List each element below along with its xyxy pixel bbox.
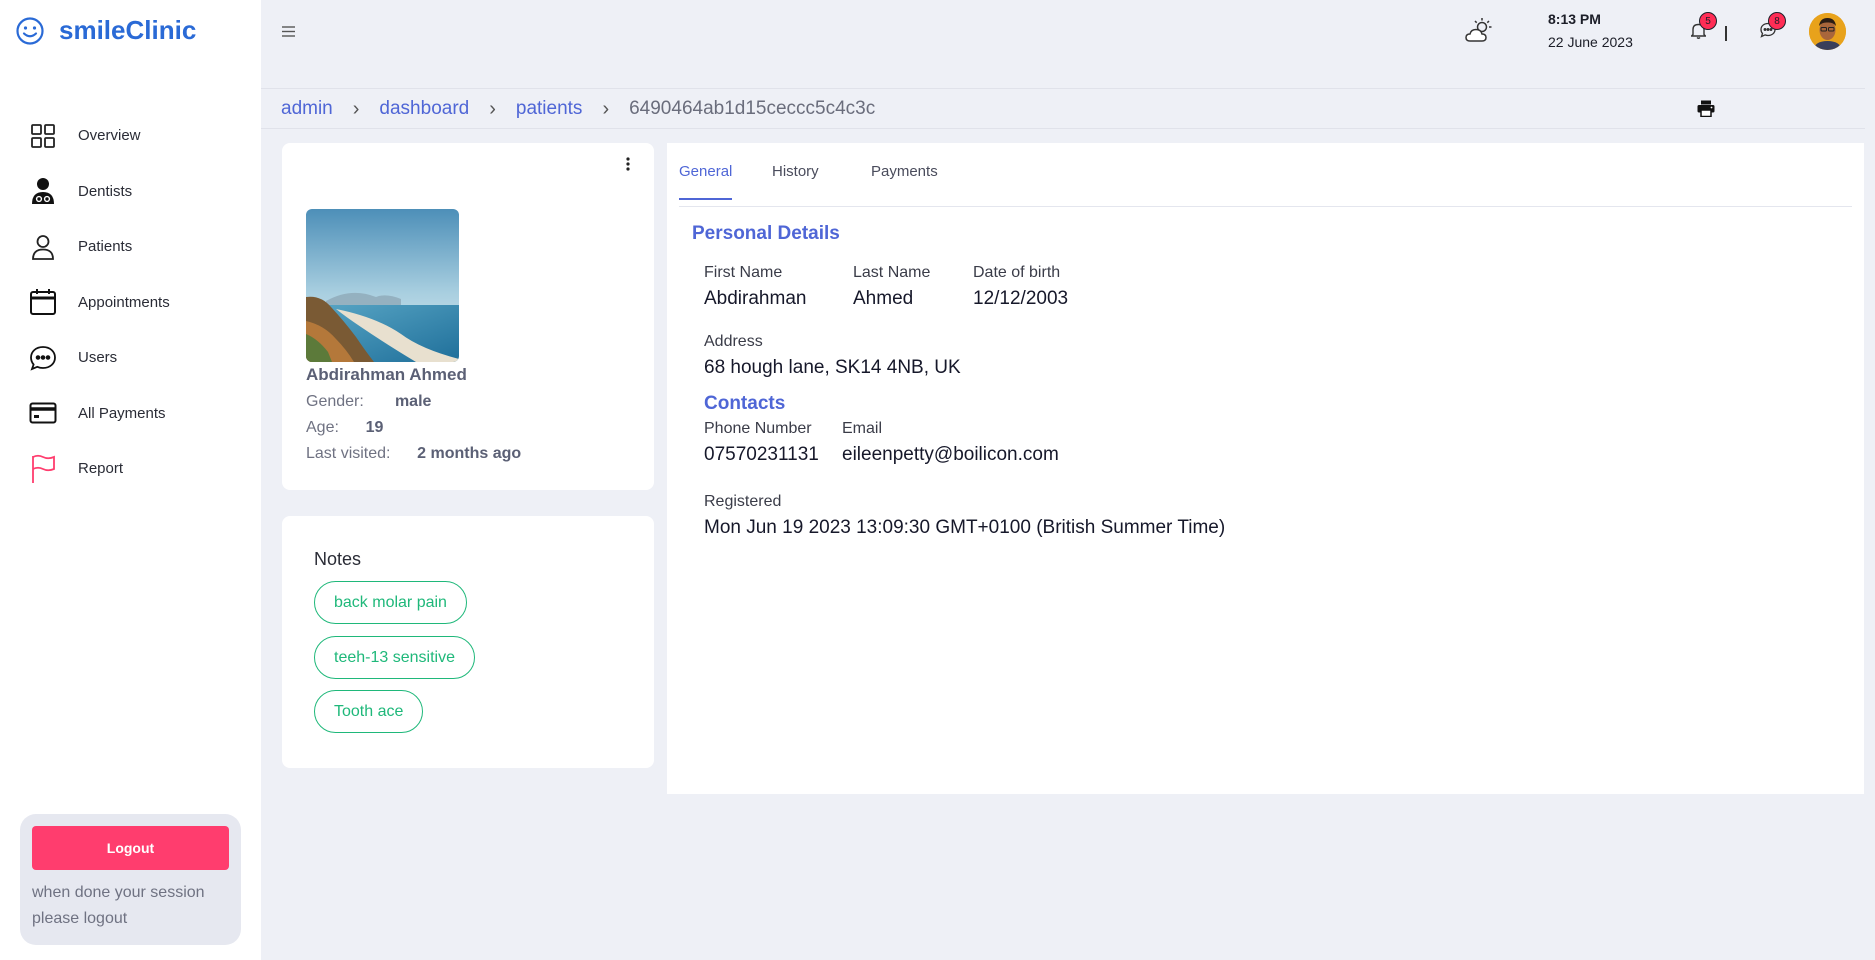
- weather-icon: [1465, 17, 1493, 45]
- first-name-label: First Name: [704, 264, 783, 281]
- breadcrumb-divider: [261, 128, 1865, 129]
- patient-detail-panel: General History Payments Personal Detail…: [667, 143, 1864, 794]
- logout-hint: when done your session please logout: [32, 884, 205, 927]
- patient-age-row: Age: 19: [306, 419, 383, 437]
- chevron-right-icon: ›: [352, 97, 360, 120]
- last-name-value: Ahmed: [853, 288, 914, 309]
- age-value: 19: [365, 419, 384, 436]
- messages-button[interactable]: 8: [1760, 12, 1786, 38]
- patient-name: Abdirahman Ahmed: [306, 365, 467, 384]
- brand[interactable]: smileClinic: [15, 15, 196, 46]
- patient-profile-card: Abdirahman Ahmed Gender: male Age: 19 La…: [282, 143, 654, 490]
- breadcrumb: admin › dashboard › patients › 6490464ab…: [281, 94, 875, 124]
- sidebar-item-label: Report: [78, 460, 124, 478]
- sidebar-item-overview[interactable]: Overview: [28, 108, 248, 164]
- user-icon: [28, 232, 58, 262]
- breadcrumb-admin[interactable]: admin: [281, 98, 333, 120]
- topbar: 8:13 PM 22 June 2023 5 8: [261, 0, 1865, 89]
- doctor-icon: [28, 176, 58, 206]
- patient-last-visited-row: Last visited: 2 months ago: [306, 445, 521, 463]
- breadcrumb-patients[interactable]: patients: [516, 98, 583, 120]
- phone-label: Phone Number: [704, 420, 812, 437]
- messages-badge: 8: [1768, 12, 1786, 30]
- sidebar-item-report[interactable]: Report: [28, 441, 248, 497]
- last-name-label: Last Name: [853, 264, 931, 281]
- clock: 8:13 PM 22 June 2023: [1548, 11, 1633, 50]
- sidebar-item-appointments[interactable]: Appointments: [28, 275, 248, 331]
- dob-value: 12/12/2003: [973, 288, 1069, 309]
- flag-icon: [28, 454, 58, 484]
- more-options-icon[interactable]: [626, 157, 630, 171]
- contacts-title: Contacts: [704, 393, 786, 414]
- sidebar-item-users[interactable]: Users: [28, 330, 248, 386]
- note-chip[interactable]: back molar pain: [314, 581, 467, 624]
- sidebar-item-label: Overview: [78, 127, 141, 145]
- chat-icon: [28, 343, 58, 373]
- chevron-right-icon: ›: [489, 97, 496, 120]
- logout-button[interactable]: Logout: [32, 826, 229, 870]
- card-icon: [28, 398, 58, 428]
- first-name-value: Abdirahman: [704, 288, 807, 309]
- address-value: 68 hough lane, SK14 4NB, UK: [704, 357, 961, 378]
- personal-details-title: Personal Details: [692, 223, 840, 244]
- sidebar-item-label: Appointments: [78, 293, 170, 311]
- chevron-right-icon: ›: [602, 97, 610, 120]
- tab-history[interactable]: History: [772, 163, 819, 198]
- last-visited-label: Last visited:: [306, 445, 391, 462]
- calendar-icon: [28, 287, 58, 317]
- brand-title: smileClinic: [59, 15, 197, 45]
- last-visited-value: 2 months ago: [417, 445, 522, 462]
- tab-general[interactable]: General: [679, 163, 733, 200]
- notifications-badge: 5: [1699, 12, 1717, 30]
- smiley-logo-icon: [15, 16, 45, 46]
- clock-time: 8:13 PM: [1548, 11, 1601, 27]
- print-icon[interactable]: [1697, 100, 1715, 117]
- gender-label: Gender:: [306, 393, 364, 410]
- breadcrumb-current: 6490464ab1d15ceccc5c4c3c: [629, 98, 876, 119]
- note-chip[interactable]: Tooth ace: [314, 690, 424, 733]
- user-avatar[interactable]: [1809, 13, 1846, 50]
- breadcrumb-dashboard[interactable]: dashboard: [379, 98, 469, 120]
- registered-label: Registered: [704, 493, 782, 510]
- logout-panel: Logout when done your session please log…: [20, 814, 241, 945]
- email-label: Email: [842, 420, 883, 437]
- sidebar-item-patients[interactable]: Patients: [28, 219, 248, 275]
- header-divider: [1725, 26, 1727, 41]
- sidebar-item-label: Dentists: [78, 182, 133, 200]
- patient-photo: [306, 209, 459, 362]
- grid-icon: [28, 121, 58, 151]
- clock-date: 22 June 2023: [1548, 34, 1633, 50]
- notes-title: Notes: [314, 549, 362, 569]
- notifications-button[interactable]: 5: [1691, 12, 1717, 39]
- sidebar-item-label: Patients: [78, 238, 133, 256]
- sidebar-item-dentists[interactable]: Dentists: [28, 164, 248, 220]
- note-chip[interactable]: teeh-13 sensitive: [314, 636, 475, 679]
- tab-payments[interactable]: Payments: [871, 163, 938, 198]
- tab-bar: General History Payments: [679, 143, 1852, 207]
- sidebar-item-all-payments[interactable]: All Payments: [28, 386, 248, 442]
- sidebar-nav: Overview Dentists Patients Appointments …: [28, 108, 248, 497]
- sidebar: smileClinic Overview Dentists Patients A…: [0, 0, 261, 960]
- dob-label: Date of birth: [973, 264, 1061, 281]
- patient-gender-row: Gender: male: [306, 393, 431, 411]
- address-label: Address: [704, 333, 763, 350]
- phone-value: 07570231131: [704, 444, 819, 465]
- registered-value: Mon Jun 19 2023 13:09:30 GMT+0100 (Briti…: [704, 517, 1226, 538]
- menu-toggle-icon[interactable]: [281, 25, 296, 38]
- sidebar-item-label: Users: [78, 349, 118, 367]
- gender-value: male: [394, 393, 432, 410]
- notes-card: Notes back molar pain teeh-13 sensitive …: [282, 516, 654, 768]
- age-label: Age:: [306, 419, 339, 436]
- sidebar-item-label: All Payments: [78, 404, 166, 422]
- email-value: eileenpetty@boilicon.com: [842, 444, 1059, 465]
